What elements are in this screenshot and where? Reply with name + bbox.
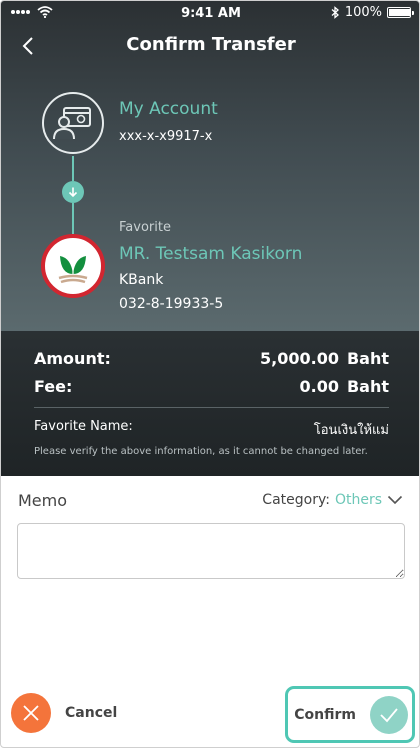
close-icon xyxy=(11,693,51,733)
fee-currency: Baht xyxy=(346,377,389,396)
my-account-icon xyxy=(42,92,104,154)
memo-input[interactable] xyxy=(17,523,405,579)
category-value: Others xyxy=(334,492,382,508)
fee-row: Fee: 0.00 Baht xyxy=(34,377,389,396)
checkmark-icon xyxy=(370,695,408,734)
amount-currency: Baht xyxy=(346,349,389,368)
amount-row: Amount: 5,000.00 Baht xyxy=(34,349,389,368)
nav-bar: Confirm Transfer xyxy=(1,29,419,63)
amount-value: 5,000.00 xyxy=(260,349,339,368)
favorite-name-row: Favorite Name: โอนเงินให้แม่ xyxy=(34,419,389,440)
account-card-icon xyxy=(53,107,91,140)
connector-line-top xyxy=(72,156,74,181)
category-label: Category: xyxy=(262,492,330,508)
favorite-label: Favorite xyxy=(119,220,171,235)
bluetooth-icon xyxy=(331,6,339,19)
confirm-button[interactable]: Confirm xyxy=(285,686,415,743)
chevron-down-icon xyxy=(387,495,403,505)
fee-value-group: 0.00 Baht xyxy=(299,377,389,396)
verify-note: Please verify the above information, as … xyxy=(34,446,368,457)
from-account-name: My Account xyxy=(119,99,218,119)
cancel-label: Cancel xyxy=(65,705,118,721)
favorite-name-label: Favorite Name: xyxy=(34,419,133,434)
from-account-number: xxx-x-x9917-x xyxy=(119,129,213,144)
status-right: 100% xyxy=(331,5,414,20)
connector-line-bottom xyxy=(72,203,74,234)
amount-label: Amount: xyxy=(34,349,111,368)
amount-value-group: 5,000.00 Baht xyxy=(260,349,389,368)
battery-fill xyxy=(389,9,411,16)
page-title: Confirm Transfer xyxy=(126,34,296,55)
transfer-summary: Amount: 5,000.00 Baht Fee: 0.00 Baht Fav… xyxy=(1,331,419,476)
favorite-name-value: โอนเงินให้แม่ xyxy=(313,423,389,438)
transfer-header-panel: 9:41 AM 100% Confirm Transfer My Account… xyxy=(1,1,419,331)
battery-percent: 100% xyxy=(344,5,382,20)
phone-screen: 9:41 AM 100% Confirm Transfer My Account… xyxy=(0,0,420,748)
status-bar: 9:41 AM 100% xyxy=(1,1,419,27)
memo-label: Memo xyxy=(18,491,68,510)
payee-bank: KBank xyxy=(119,272,164,288)
battery-icon xyxy=(387,7,414,18)
summary-divider xyxy=(34,407,389,408)
kbank-logo-icon xyxy=(41,234,105,298)
cancel-button[interactable]: Cancel xyxy=(11,693,117,733)
payee-name: MR. Testsam Kasikorn xyxy=(119,244,303,264)
payee-account-number: 032-8-19933-5 xyxy=(119,296,224,312)
category-selector[interactable]: Category: Others xyxy=(262,492,403,508)
fee-value: 0.00 xyxy=(299,377,339,396)
arrow-down-icon xyxy=(62,181,84,203)
fee-label: Fee: xyxy=(34,377,73,396)
confirm-label: Confirm xyxy=(294,706,356,723)
